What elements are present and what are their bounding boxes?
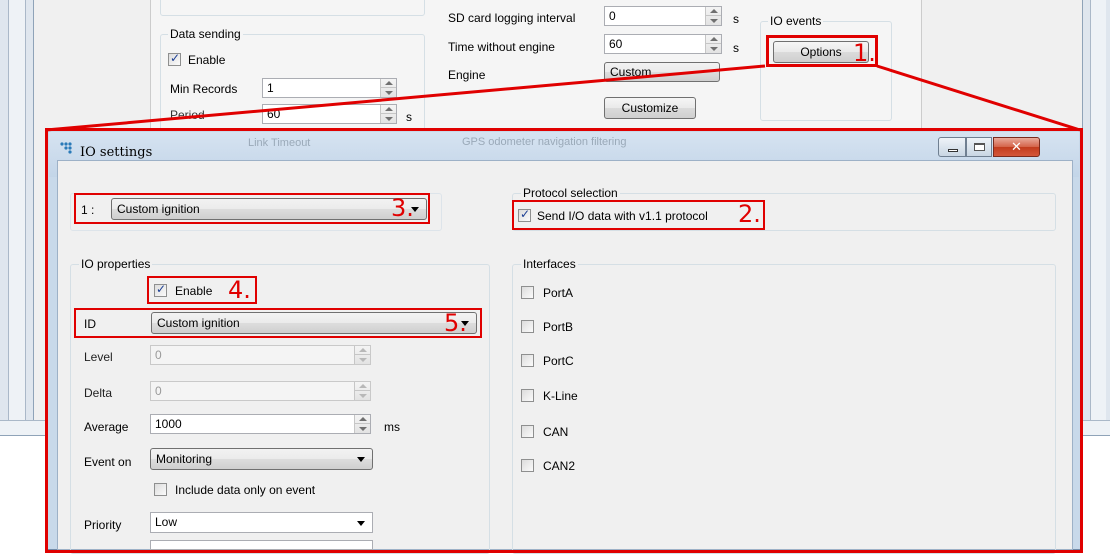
annotation-2-box (512, 200, 765, 230)
callout-line-left (45, 64, 766, 132)
annotation-3: 3. (391, 194, 414, 222)
annotation-1: 1. (853, 39, 876, 67)
dialog-highlight-frame (45, 128, 1083, 553)
annotation-5-box (74, 308, 482, 338)
callout-line-right (876, 64, 1081, 132)
annotation-2: 2. (738, 200, 761, 228)
annotation-3-box (74, 193, 430, 224)
annotation-4: 4. (228, 276, 251, 304)
annotation-5: 5. (444, 309, 467, 337)
